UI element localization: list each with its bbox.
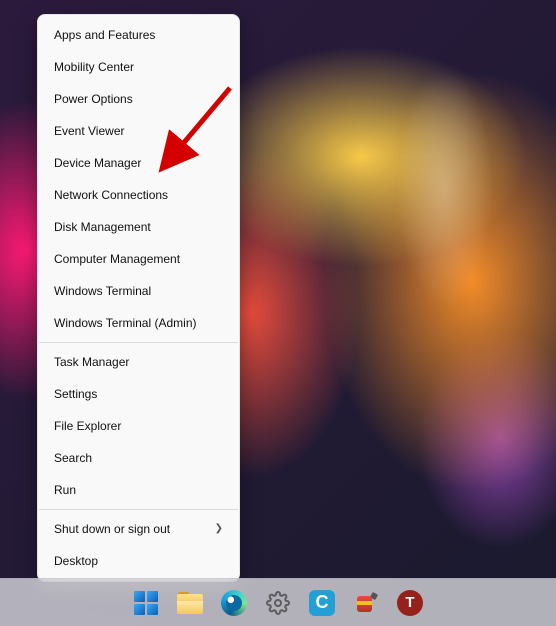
menu-item-file-explorer[interactable]: File Explorer xyxy=(38,410,239,442)
menu-item-search[interactable]: Search xyxy=(38,442,239,474)
menu-item-windows-terminal[interactable]: Windows Terminal xyxy=(38,275,239,307)
app-t-taskbar[interactable]: T xyxy=(394,587,426,619)
app-fuel-taskbar[interactable] xyxy=(350,587,382,619)
menu-item-desktop[interactable]: Desktop xyxy=(38,545,239,577)
menu-item-label: Shut down or sign out xyxy=(54,521,170,537)
menu-item-network-connections[interactable]: Network Connections xyxy=(38,179,239,211)
menu-item-label: File Explorer xyxy=(54,418,121,434)
menu-item-label: Task Manager xyxy=(54,354,129,370)
menu-item-label: Run xyxy=(54,482,76,498)
winx-context-menu: Apps and Features Mobility Center Power … xyxy=(37,14,240,582)
menu-item-label: Desktop xyxy=(54,553,98,569)
menu-item-power-options[interactable]: Power Options xyxy=(38,83,239,115)
menu-item-disk-management[interactable]: Disk Management xyxy=(38,211,239,243)
menu-item-task-manager[interactable]: Task Manager xyxy=(38,346,239,378)
menu-separator xyxy=(39,342,238,343)
menu-item-label: Disk Management xyxy=(54,219,151,235)
chevron-right-icon: ❯ xyxy=(215,521,223,537)
menu-item-computer-management[interactable]: Computer Management xyxy=(38,243,239,275)
gear-icon xyxy=(265,590,291,616)
menu-item-apps-and-features[interactable]: Apps and Features xyxy=(38,19,239,51)
menu-item-label: Settings xyxy=(54,386,97,402)
menu-item-label: Apps and Features xyxy=(54,27,155,43)
app-c-taskbar[interactable]: C xyxy=(306,587,338,619)
edge-icon xyxy=(221,590,247,616)
menu-item-label: Windows Terminal xyxy=(54,283,151,299)
menu-item-label: Windows Terminal (Admin) xyxy=(54,315,196,331)
menu-item-shutdown-signout[interactable]: Shut down or sign out ❯ xyxy=(38,513,239,545)
windows-start-icon xyxy=(134,591,158,615)
menu-item-label: Computer Management xyxy=(54,251,180,267)
menu-item-label: Network Connections xyxy=(54,187,168,203)
edge-taskbar[interactable] xyxy=(218,587,250,619)
menu-item-run[interactable]: Run xyxy=(38,474,239,506)
menu-item-label: Power Options xyxy=(54,91,133,107)
menu-item-label: Mobility Center xyxy=(54,59,134,75)
c-icon: C xyxy=(309,590,335,616)
fuelcan-icon xyxy=(353,590,379,616)
file-explorer-taskbar[interactable] xyxy=(174,587,206,619)
menu-item-label: Device Manager xyxy=(54,155,141,171)
taskbar: C T xyxy=(0,578,556,626)
start-button[interactable] xyxy=(130,587,162,619)
menu-item-device-manager[interactable]: Device Manager xyxy=(38,147,239,179)
menu-item-settings[interactable]: Settings xyxy=(38,378,239,410)
t-icon: T xyxy=(397,590,423,616)
menu-item-label: Search xyxy=(54,450,92,466)
folder-icon xyxy=(177,592,203,614)
menu-item-mobility-center[interactable]: Mobility Center xyxy=(38,51,239,83)
menu-separator xyxy=(39,509,238,510)
settings-taskbar[interactable] xyxy=(262,587,294,619)
menu-item-event-viewer[interactable]: Event Viewer xyxy=(38,115,239,147)
menu-item-windows-terminal-admin[interactable]: Windows Terminal (Admin) xyxy=(38,307,239,339)
menu-item-label: Event Viewer xyxy=(54,123,124,139)
